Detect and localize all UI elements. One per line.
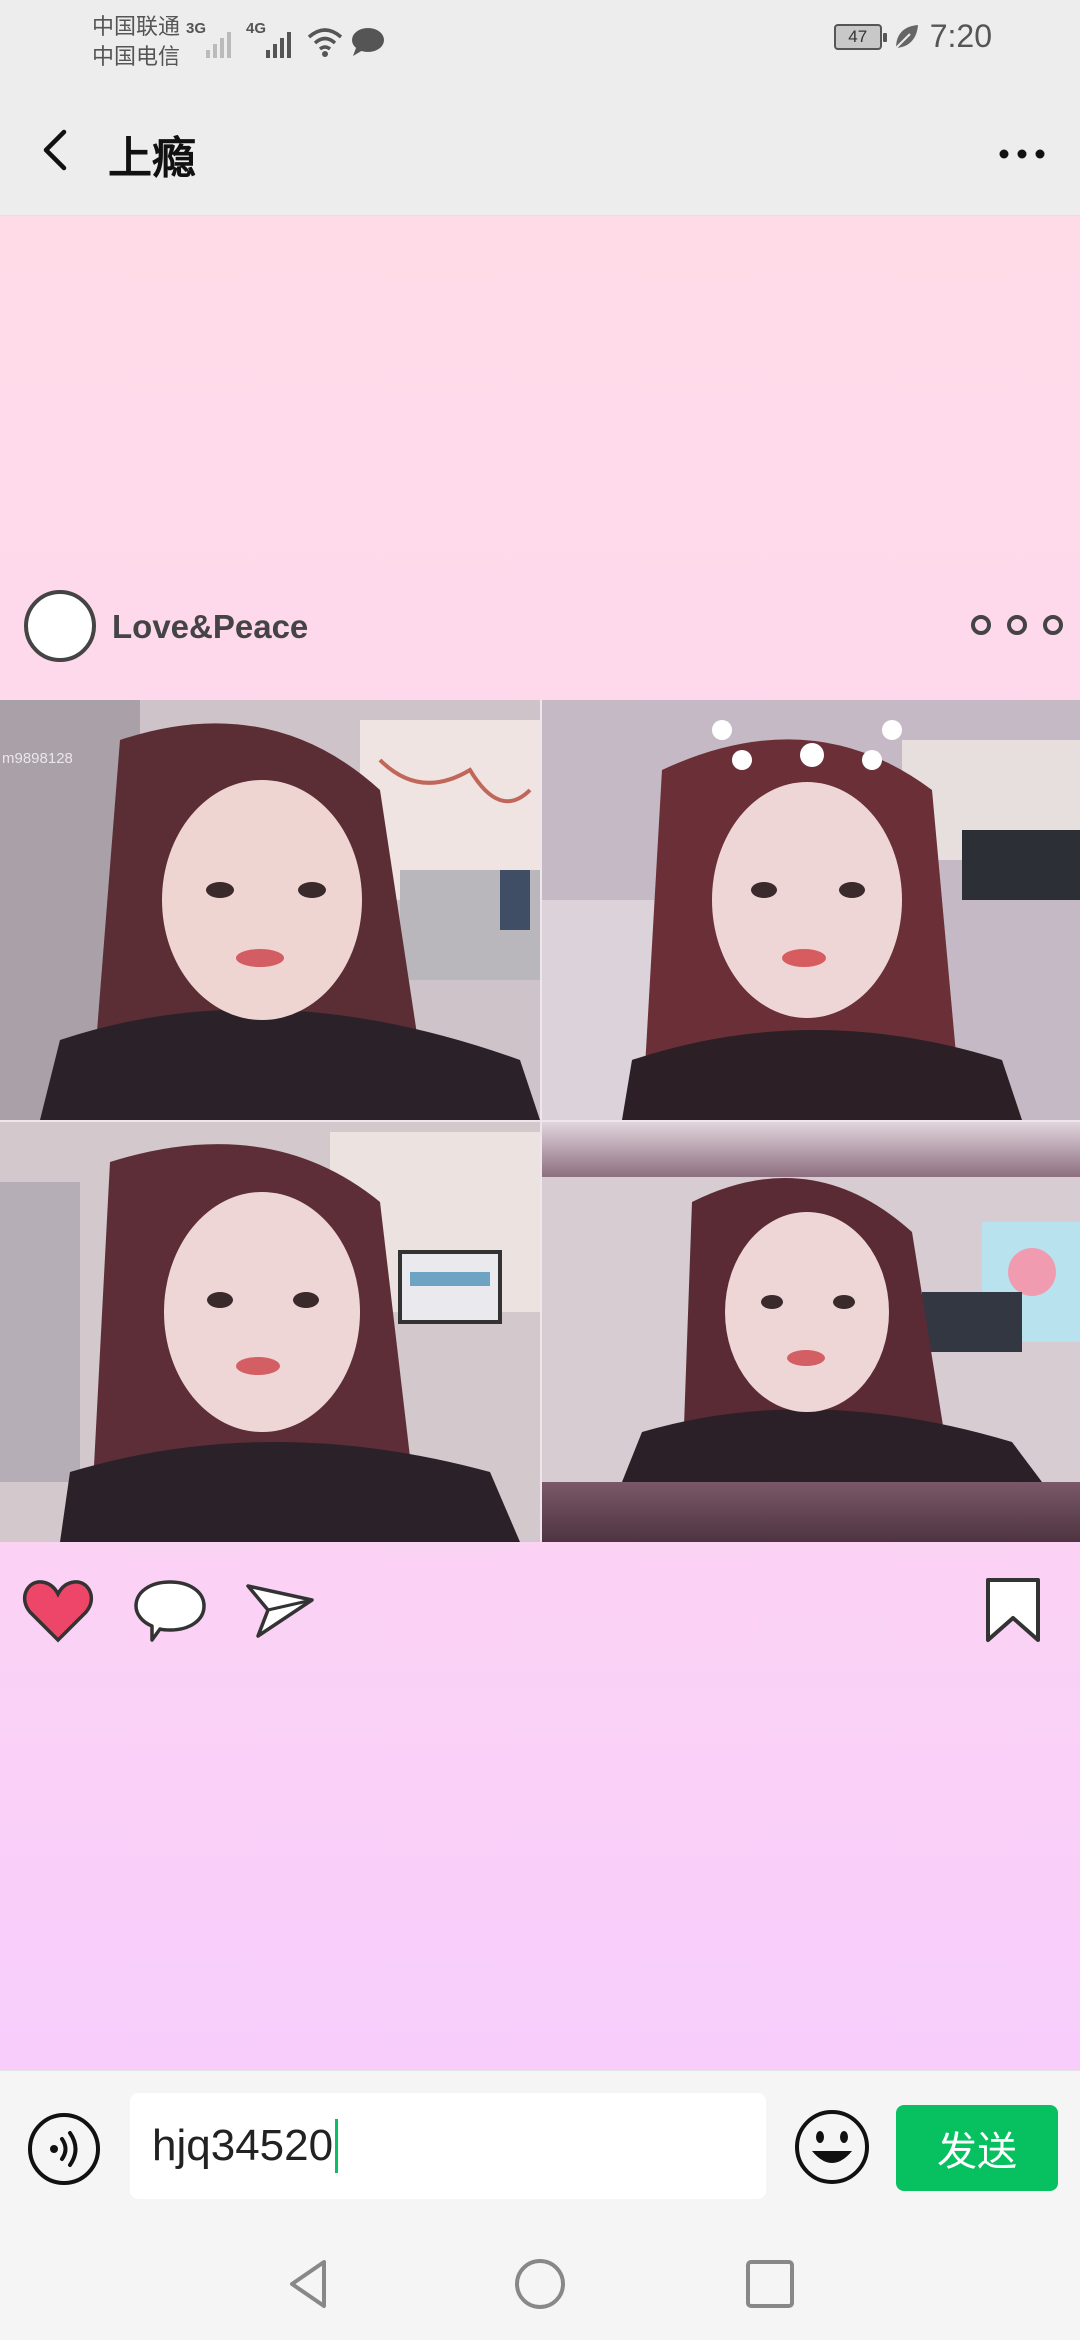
- like-button[interactable]: [20, 1576, 96, 1651]
- photo-grid: m9898128: [0, 700, 1080, 1542]
- circle-home-icon: [515, 2259, 565, 2309]
- heart-icon: [23, 1580, 93, 1643]
- nav-back-button[interactable]: [280, 2254, 340, 2314]
- send-icon: [246, 1584, 314, 1638]
- nav-home-button[interactable]: [510, 2254, 570, 2314]
- photo-watermark: m9898128: [2, 750, 73, 767]
- comment-button[interactable]: [132, 1576, 208, 1651]
- text-caret: [335, 2119, 339, 2173]
- shared-image-viewer[interactable]: Love&Peace m9898128: [0, 216, 1080, 2070]
- post-username: Love&Peace: [112, 608, 309, 645]
- avatar: [24, 590, 96, 662]
- comment-icon: [134, 1580, 206, 1642]
- send-button[interactable]: 发送: [896, 2105, 1058, 2191]
- share-button[interactable]: [242, 1576, 318, 1651]
- more-icon: [999, 149, 1045, 159]
- chevron-left-icon: [43, 129, 67, 171]
- nav-recents-button[interactable]: [740, 2254, 800, 2314]
- triangle-back-icon: [290, 2260, 326, 2308]
- emoji-button[interactable]: [792, 2107, 872, 2187]
- message-input-value: hjq34520: [152, 2121, 334, 2170]
- system-nav-bar: [0, 2226, 1080, 2340]
- leaf-icon: [895, 24, 918, 49]
- battery-icon: 47: [833, 23, 887, 50]
- post-menu-icon: [971, 615, 1063, 635]
- voice-icon: [28, 2113, 100, 2185]
- back-button[interactable]: [28, 120, 88, 180]
- emoji-icon: [795, 2110, 869, 2184]
- page-title: 上瘾: [108, 134, 196, 183]
- title-bar: 上瘾: [0, 84, 1080, 216]
- carrier-1: 中国联通: [92, 14, 181, 39]
- carrier-names: 中国联通 中国电信: [92, 12, 180, 72]
- photo-2: [542, 700, 1080, 1120]
- wifi-icon: [307, 28, 343, 57]
- chat-notification-icon: [352, 28, 384, 56]
- more-options-button[interactable]: [992, 124, 1052, 184]
- network-type-2: 4G: [246, 20, 267, 37]
- square-recents-icon: [746, 2260, 794, 2308]
- status-right: 47 7:20: [833, 18, 992, 55]
- photo-4: [542, 1122, 1080, 1542]
- photo-1: m9898128: [0, 700, 540, 1120]
- status-bar: 中国联通 中国电信 3G 4G 47 7:20: [0, 0, 1080, 84]
- bookmark-button[interactable]: [980, 1576, 1046, 1651]
- bookmark-icon: [986, 1578, 1040, 1642]
- signal-icon-2: 4G: [246, 20, 298, 67]
- signal-icon-1: 3G: [186, 20, 238, 67]
- post-actions: [20, 1576, 1060, 1656]
- message-composer: hjq34520 发送: [0, 2070, 1080, 2226]
- battery-level: 47: [848, 26, 868, 46]
- clock: 7:20: [929, 18, 992, 54]
- carrier-2: 中国电信: [92, 44, 181, 69]
- network-type-1: 3G: [186, 20, 207, 37]
- message-input[interactable]: hjq34520: [130, 2093, 766, 2199]
- voice-input-button[interactable]: [26, 2111, 102, 2187]
- post-header: Love&Peace: [24, 590, 1064, 664]
- photo-3: [0, 1122, 540, 1542]
